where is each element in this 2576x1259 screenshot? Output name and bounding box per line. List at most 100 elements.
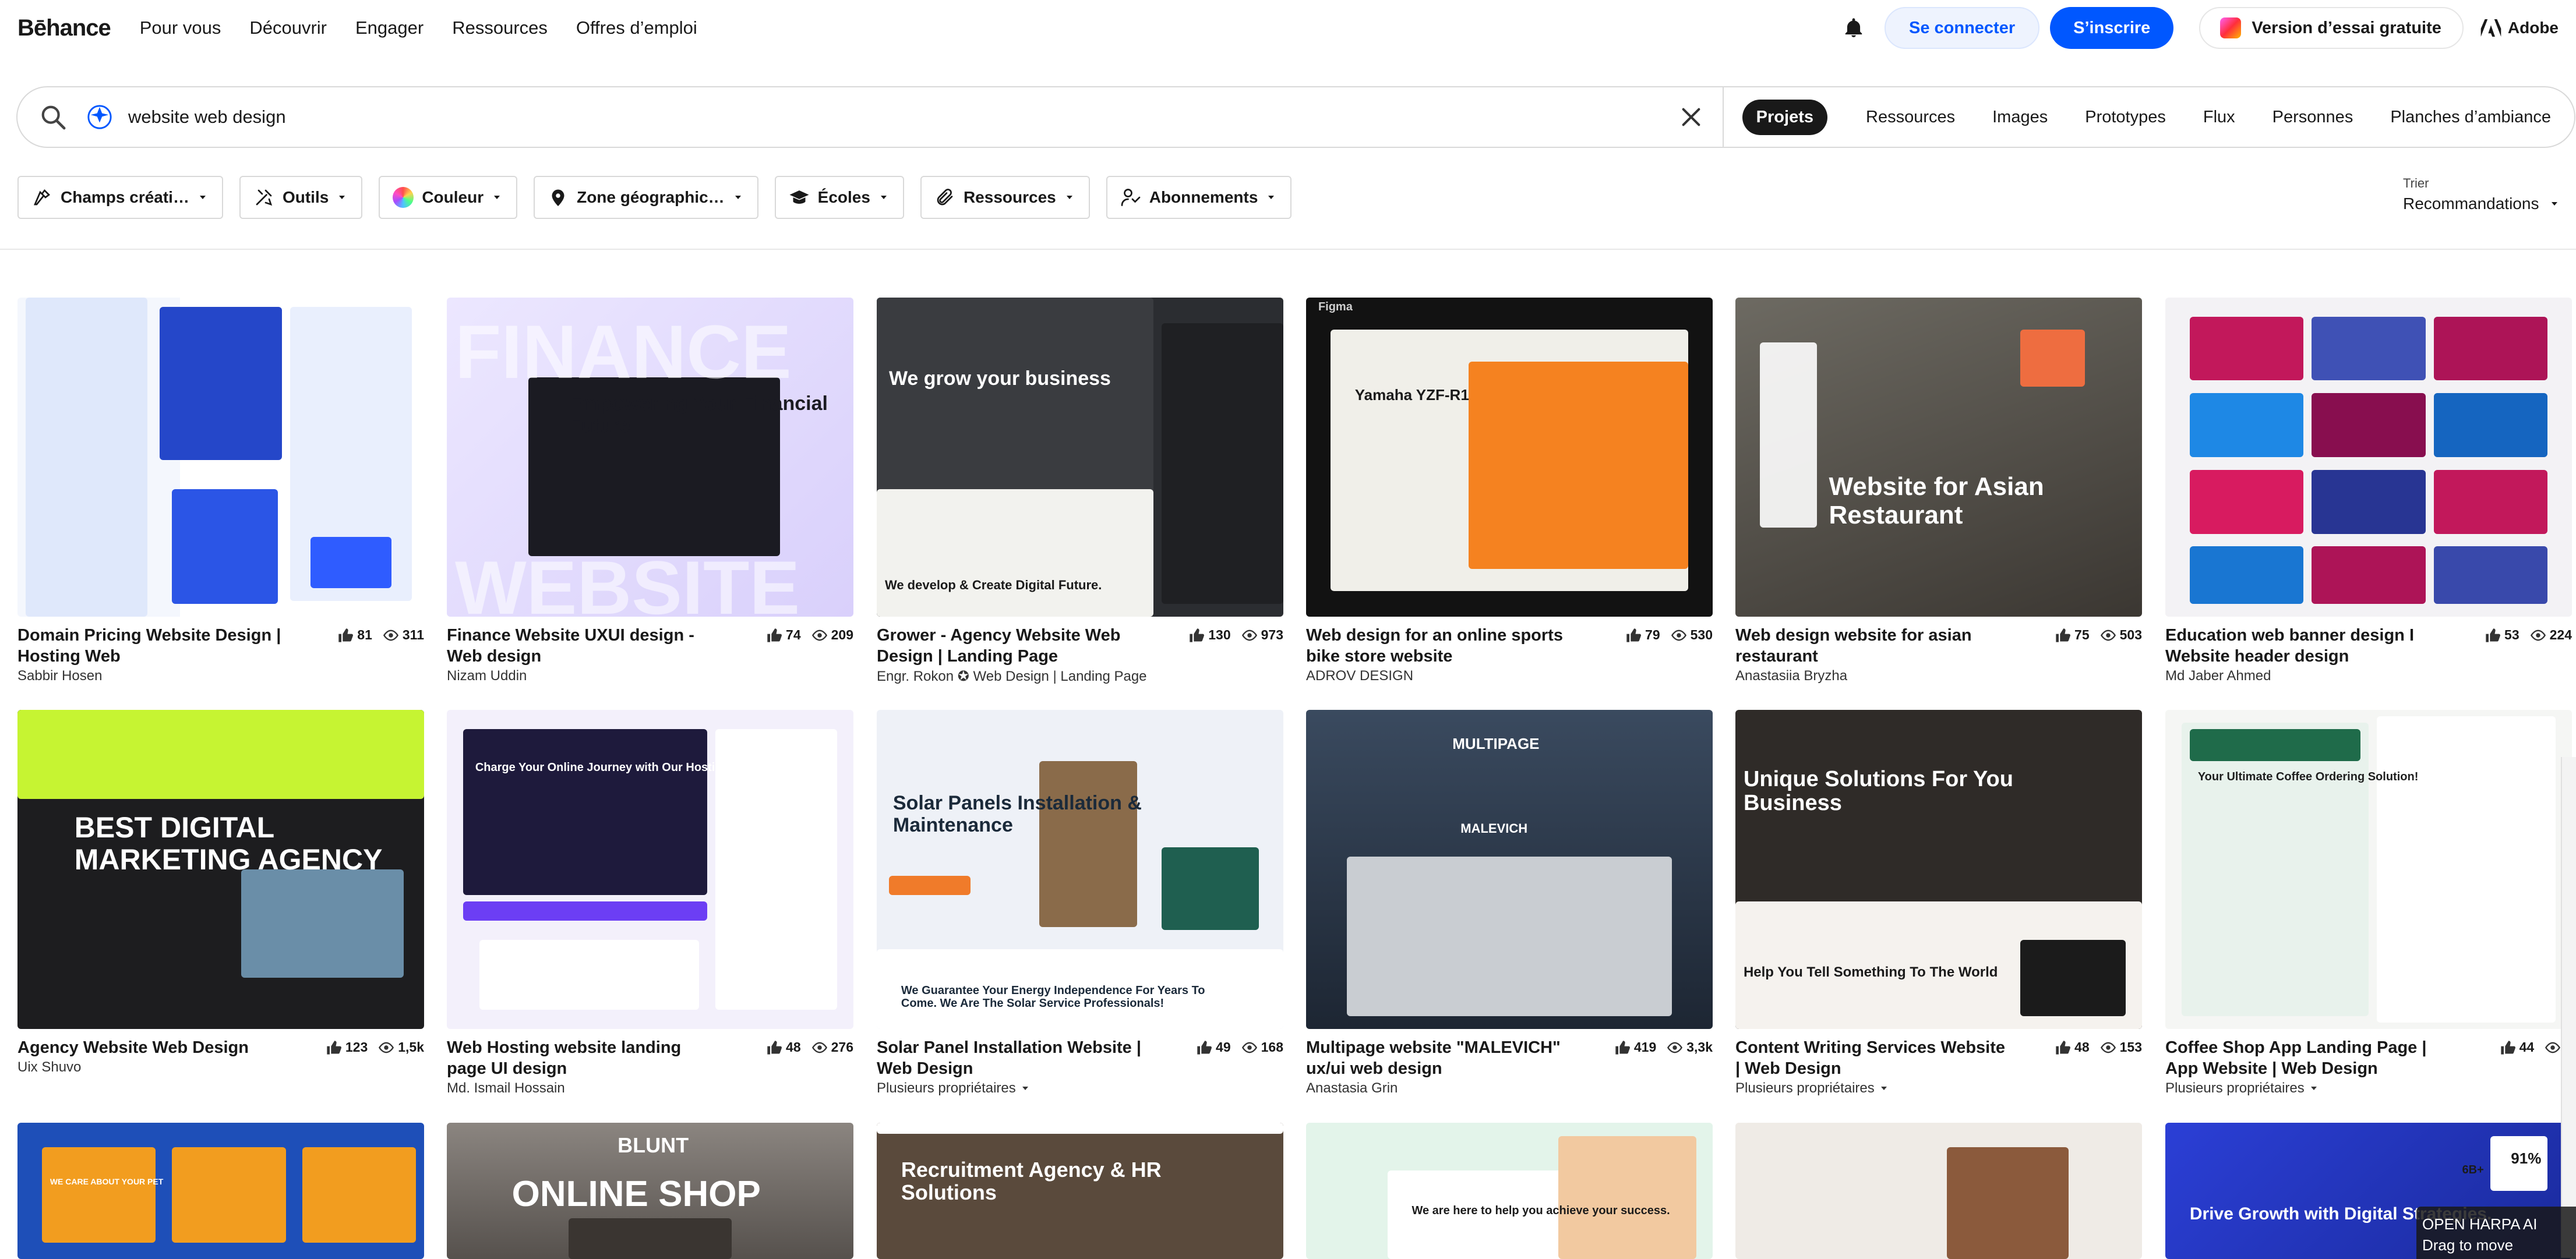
filter-subscriptions[interactable]: Abonnements — [1106, 176, 1292, 219]
nav-link-jobs[interactable]: Offres d’emploi — [576, 17, 697, 38]
tab-streams[interactable]: Flux — [2203, 108, 2235, 127]
project-title[interactable]: Solar Panel Installation Website | Web D… — [877, 1037, 1151, 1079]
project-card[interactable]: WE CARE ABOUT YOUR PET — [17, 1123, 424, 1259]
filter-label: Ressources — [963, 188, 1056, 206]
project-owner[interactable]: Plusieurs propriétaires — [1735, 1080, 2009, 1097]
project-title[interactable]: Web design website for asian restaurant — [1735, 625, 2009, 667]
sign-in-button[interactable]: Se connecter — [1884, 7, 2040, 49]
project-title[interactable]: Agency Website Web Design — [17, 1037, 291, 1058]
project-card[interactable]: Charge Your Online Journey with Our Host… — [447, 710, 853, 1097]
thumbnail-text: Unique Solutions For You Business — [1743, 766, 2013, 816]
thumbnail-shape — [302, 1147, 417, 1243]
project-card[interactable]: We are here to help you achieve your suc… — [1306, 1123, 1713, 1259]
project-owner[interactable]: Plusieurs propriétaires — [2165, 1080, 2439, 1097]
project-thumbnail[interactable]: WE CARE ABOUT YOUR PET — [17, 1123, 424, 1259]
project-title[interactable]: Grower - Agency Website Web Design | Lan… — [877, 625, 1151, 667]
project-card[interactable]: Domain Pricing Website Design | Hosting … — [17, 298, 424, 684]
side-toolbar[interactable] — [2561, 757, 2576, 1258]
tab-projects[interactable]: Projets — [1742, 99, 1827, 135]
project-thumbnail[interactable] — [1735, 1123, 2142, 1259]
tab-moodboards[interactable]: Planches d’ambiance — [2390, 108, 2551, 127]
project-thumbnail[interactable]: FINANCE Empowering Your Financial Future W… — [447, 298, 853, 617]
tab-resources[interactable]: Ressources — [1866, 108, 1955, 127]
project-thumbnail[interactable]: Recruitment Agency & HR Solutions — [877, 1123, 1283, 1259]
project-thumbnail[interactable] — [2165, 298, 2572, 617]
nav-link-resources[interactable]: Ressources — [452, 17, 548, 38]
project-owner[interactable]: Md. Ismail Hossain — [447, 1080, 721, 1097]
project-owner[interactable]: Uix Shuvo — [17, 1059, 291, 1076]
project-owner[interactable]: Sabbir Hosen — [17, 668, 291, 684]
project-card[interactable]: FINANCE Empowering Your Financial Future W… — [447, 298, 853, 684]
filter-creative-fields[interactable]: Champs créati… — [17, 176, 223, 219]
project-card[interactable]: BEST DIGITAL MARKETING AGENCY Agency Webs… — [17, 710, 424, 1076]
project-title[interactable]: Domain Pricing Website Design | Hosting … — [17, 625, 291, 667]
project-thumbnail[interactable]: Solar Panels Installation & Maintenance W… — [877, 710, 1283, 1029]
thumbnail-shape — [715, 728, 838, 1010]
search-input[interactable]: website web design — [128, 107, 1679, 128]
tab-images[interactable]: Images — [1992, 108, 2048, 127]
project-card[interactable]: Figma Yamaha YZF-R1 Web design for an onli… — [1306, 298, 1713, 684]
harpa-hint: Drag to move — [2422, 1236, 2514, 1254]
sign-up-button[interactable]: S’inscrire — [2050, 7, 2174, 49]
project-card[interactable]: Your Ultimate Coffee Ordering Solution! C… — [2165, 710, 2572, 1097]
adobe-link[interactable]: Adobe — [2480, 19, 2559, 37]
project-card[interactable]: MULTIPAGE MALEVICH Multipage website "MALE… — [1306, 710, 1713, 1097]
project-thumbnail[interactable]: Website for Asian Restaurant — [1735, 298, 2142, 617]
nav-link-discover[interactable]: Découvrir — [249, 17, 327, 38]
tab-prototypes[interactable]: Prototypes — [2085, 108, 2166, 127]
ai-search-icon[interactable] — [86, 104, 113, 130]
project-owner[interactable]: Plusieurs propriétaires — [877, 1080, 1151, 1097]
project-card[interactable]: Unique Solutions For You Business Help Yo… — [1735, 710, 2142, 1097]
project-thumbnail[interactable]: BEST DIGITAL MARKETING AGENCY — [17, 710, 424, 1029]
project-thumbnail[interactable]: We grow your business We develop & Create… — [877, 298, 1283, 617]
nav-link-for-you[interactable]: Pour vous — [140, 17, 221, 38]
project-card[interactable]: Website for Asian Restaurant Web design w… — [1735, 298, 2142, 684]
filter-schools[interactable]: Écoles — [774, 176, 904, 219]
project-owner[interactable]: Nizam Uddin — [447, 668, 721, 684]
project-thumbnail[interactable]: MULTIPAGE MALEVICH — [1306, 710, 1713, 1029]
project-owner[interactable]: Md Jaber Ahmed — [2165, 668, 2439, 684]
project-thumbnail[interactable]: Your Ultimate Coffee Ordering Solution! — [2165, 710, 2572, 1029]
project-thumbnail[interactable]: Charge Your Online Journey with Our Host… — [447, 710, 853, 1029]
filter-color[interactable]: Couleur — [379, 176, 518, 219]
project-title[interactable]: Content Writing Services Website | Web D… — [1735, 1037, 2009, 1079]
project-title[interactable]: Web design for an online sports bike sto… — [1306, 625, 1580, 667]
project-thumbnail[interactable]: Figma Yamaha YZF-R1 — [1306, 298, 1713, 617]
project-card[interactable]: BLUNT ONLINE SHOP — [447, 1123, 853, 1259]
project-card[interactable]: We grow your business We develop & Create… — [877, 298, 1283, 685]
chevron-down-icon — [1268, 196, 1275, 199]
search-icon[interactable] — [40, 104, 66, 130]
chevron-down-icon — [1066, 196, 1072, 199]
project-owner[interactable]: ADROV DESIGN — [1306, 668, 1580, 684]
appreciate-icon — [1615, 1040, 1630, 1055]
project-thumbnail[interactable] — [17, 298, 424, 617]
project-thumbnail[interactable]: Unique Solutions For You Business Help Yo… — [1735, 710, 2142, 1029]
project-title[interactable]: Finance Website UXUI design - Web design — [447, 625, 721, 667]
project-title[interactable]: Education web banner design I Website he… — [2165, 625, 2439, 667]
harpa-ai-widget[interactable]: OPEN HARPA AI Drag to move — [2416, 1207, 2576, 1259]
project-title[interactable]: Coffee Shop App Landing Page | App Websi… — [2165, 1037, 2439, 1079]
clear-search-icon[interactable] — [1679, 105, 1703, 129]
project-card[interactable]: Education web banner design I Website he… — [2165, 298, 2572, 684]
project-card[interactable]: Solar Panels Installation & Maintenance W… — [877, 710, 1283, 1097]
project-thumbnail[interactable]: BLUNT ONLINE SHOP — [447, 1123, 853, 1259]
free-trial-button[interactable]: Version d’essai gratuite — [2199, 7, 2464, 49]
project-thumbnail[interactable]: We are here to help you achieve your suc… — [1306, 1123, 1713, 1259]
project-owner[interactable]: Engr. Rokon ✪ Web Design | Landing Page — [877, 668, 1151, 685]
thumbnail-text: Your Ultimate Coffee Ordering Solution! — [2197, 770, 2419, 784]
sort-dropdown[interactable]: Trier Recommandations — [2403, 176, 2559, 213]
behance-logo[interactable]: Bēhance — [17, 15, 111, 41]
notifications-bell-icon[interactable] — [1843, 17, 1865, 39]
nav-link-hire[interactable]: Engager — [355, 17, 424, 38]
filter-tools[interactable]: Outils — [239, 176, 363, 219]
filter-resources[interactable]: Ressources — [920, 176, 1090, 219]
project-owner[interactable]: Anastasia Grin — [1306, 1080, 1580, 1097]
appreciation-count: 130 — [1208, 627, 1231, 642]
tab-people[interactable]: Personnes — [2272, 108, 2353, 127]
filter-location[interactable]: Zone géographic… — [534, 176, 758, 219]
project-title[interactable]: Web Hosting website landing page UI desi… — [447, 1037, 721, 1079]
project-owner[interactable]: Anastasiia Bryzha — [1735, 668, 2009, 684]
project-card[interactable]: Recruitment Agency & HR Solutions — [877, 1123, 1283, 1259]
project-card[interactable] — [1735, 1123, 2142, 1259]
project-title[interactable]: Multipage website "MALEVICH" ux/ui web d… — [1306, 1037, 1580, 1079]
